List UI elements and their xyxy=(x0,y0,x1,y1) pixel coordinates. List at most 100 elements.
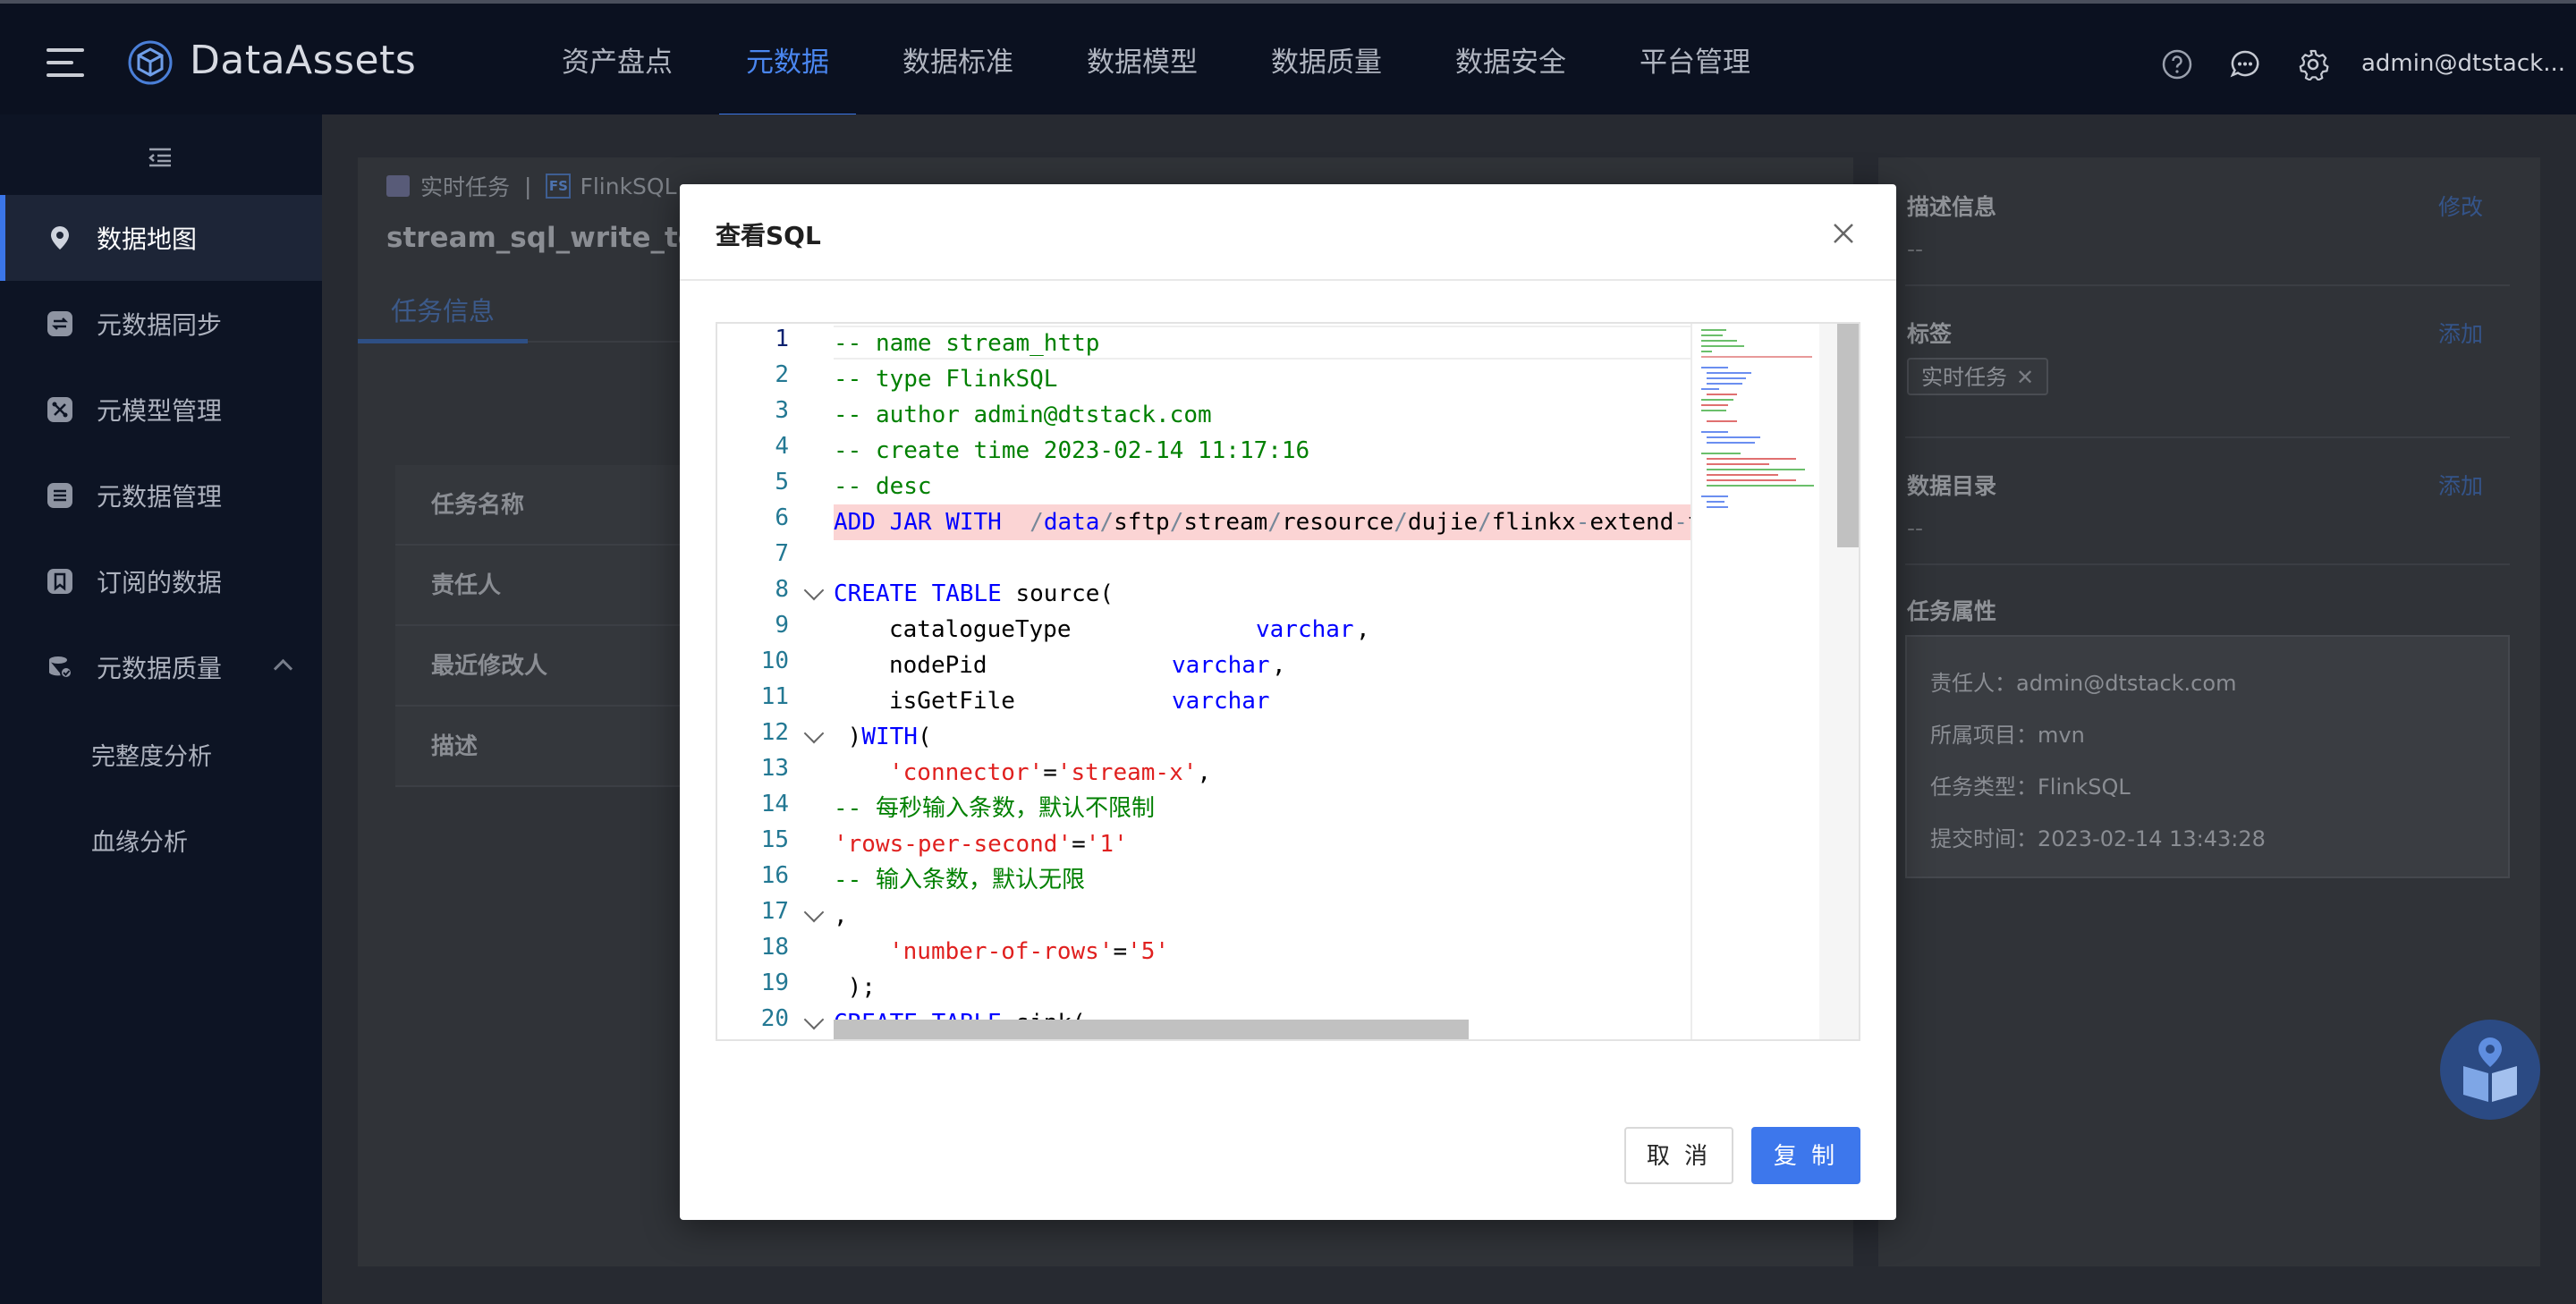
code-punct: , xyxy=(1272,652,1286,679)
code-line: -- name stream_http xyxy=(834,330,1100,357)
view-sql-modal: 查看SQL 1 2 3 4 5 6 7 8 9 10 11 12 13 14 1… xyxy=(680,184,1896,1220)
catalog-value: -- xyxy=(1907,515,1924,541)
sidebar-item-subscribed-data[interactable]: 订阅的数据 xyxy=(0,538,322,624)
flinksql-icon: FS xyxy=(546,174,572,199)
bookmark-icon xyxy=(47,568,73,595)
fold-chevron-icon[interactable] xyxy=(803,902,825,923)
attr-submit-time: 提交时间：2023-02-14 13:43:28 xyxy=(1930,826,2266,851)
fold-chevron-icon[interactable] xyxy=(803,723,825,744)
horizontal-scrollbar[interactable] xyxy=(834,1020,1469,1039)
code-line: -- desc xyxy=(834,473,932,500)
code-content[interactable]: -- name stream_http -- type FlinkSQL -- … xyxy=(834,324,1690,1039)
edit-description-link[interactable]: 修改 xyxy=(2438,190,2483,222)
description-value: -- xyxy=(1907,236,1924,262)
line-number: 18 xyxy=(760,934,789,961)
line-number: 8 xyxy=(775,576,789,603)
model-icon xyxy=(47,396,73,423)
sidebar: 数据地图 元数据同步 元模型管理 元数据管理 订阅的数据 元数据质量 完整度分析… xyxy=(0,114,322,1304)
hamburger-menu-icon[interactable] xyxy=(47,48,84,77)
nav-item-data-model[interactable]: 数据模型 xyxy=(1060,4,1224,118)
tags-heading: 标签 xyxy=(1907,321,1953,347)
database-icon xyxy=(47,482,73,509)
close-icon[interactable] xyxy=(1832,222,1855,245)
sidebar-item-data-map[interactable]: 数据地图 xyxy=(0,195,322,281)
modal-header: 查看SQL xyxy=(680,184,1896,281)
line-number: 1 xyxy=(775,326,789,352)
code-line: ADD JAR WITH /data/sftp/stream/resource/… xyxy=(834,509,1690,536)
copy-button[interactable]: 复 制 xyxy=(1751,1127,1860,1184)
breadcrumb-item[interactable]: FlinkSQL xyxy=(580,174,676,199)
code-minimap[interactable] xyxy=(1690,324,1819,1039)
add-catalog-link[interactable]: 添加 xyxy=(2438,469,2483,501)
code-line: -- create time 2023-02-14 11:17:16 xyxy=(834,437,1310,464)
sync-icon xyxy=(47,310,73,337)
code-line: 'connector'='stream-x', xyxy=(889,759,1212,786)
nav-item-data-security[interactable]: 数据安全 xyxy=(1428,4,1593,118)
code-punct: , xyxy=(1356,616,1370,643)
fold-chevron-icon[interactable] xyxy=(803,1009,825,1030)
nav-item-data-quality[interactable]: 数据质量 xyxy=(1244,4,1409,118)
quality-icon xyxy=(47,654,73,681)
code-type: varchar xyxy=(1172,688,1270,715)
code-line: nodePid xyxy=(889,652,987,679)
sidebar-item-label: 元数据质量 xyxy=(97,654,223,683)
tag-chip: 实时任务 ✕ xyxy=(1907,358,2049,395)
main-nav: 资产盘点 元数据 数据标准 数据模型 数据质量 数据安全 平台管理 xyxy=(535,4,1797,118)
code-line: -- author admin@dtstack.com xyxy=(834,402,1212,428)
line-number: 2 xyxy=(775,361,789,388)
data-assets-logo-icon xyxy=(128,40,173,85)
sidebar-item-metadata-quality[interactable]: 元数据质量 xyxy=(0,624,322,710)
nav-item-metadata[interactable]: 元数据 xyxy=(719,4,856,118)
add-tag-link[interactable]: 添加 xyxy=(2438,317,2483,349)
nav-item-asset-inventory[interactable]: 资产盘点 xyxy=(535,4,699,118)
sidebar-subitem-lineage-analysis[interactable]: 血缘分析 xyxy=(91,823,188,858)
code-line: ); xyxy=(834,974,876,1001)
attr-owner: 责任人：admin@dtstack.com xyxy=(1930,671,2237,696)
breadcrumb-item[interactable]: 实时任务 xyxy=(420,170,510,202)
settings-gear-icon[interactable] xyxy=(2297,48,2329,80)
fold-chevron-icon[interactable] xyxy=(803,580,825,601)
map-guide-icon xyxy=(2463,1037,2517,1102)
code-line: -- type FlinkSQL xyxy=(834,366,1058,393)
sidebar-item-metadata-sync[interactable]: 元数据同步 xyxy=(0,281,322,367)
nav-item-data-standard[interactable]: 数据标准 xyxy=(876,4,1040,118)
brand-name[interactable]: DataAssets xyxy=(190,38,416,83)
breadcrumb: 实时任务 | FS FlinkSQL xyxy=(386,170,677,202)
close-icon[interactable]: ✕ xyxy=(2016,365,2034,390)
page-title: stream_sql_write_ten xyxy=(386,222,716,254)
message-icon[interactable] xyxy=(2229,48,2261,80)
code-line: -- 每秒输入条数，默认不限制 xyxy=(834,795,1155,822)
line-number: 4 xyxy=(775,433,789,460)
help-icon[interactable] xyxy=(2161,48,2193,80)
line-number: 9 xyxy=(775,612,789,639)
line-number: 12 xyxy=(760,719,789,746)
cancel-button[interactable]: 取 消 xyxy=(1624,1127,1733,1184)
sidebar-subitem-completeness-analysis[interactable]: 完整度分析 xyxy=(91,737,212,772)
sidebar-item-label: 元模型管理 xyxy=(97,396,223,426)
realtime-task-icon xyxy=(386,175,410,197)
line-number: 16 xyxy=(760,862,789,889)
chevron-up-icon[interactable] xyxy=(273,658,293,679)
tab-task-info[interactable]: 任务信息 xyxy=(358,288,528,343)
sql-code-editor[interactable]: 1 2 3 4 5 6 7 8 9 10 11 12 13 14 15 16 1… xyxy=(716,322,1860,1041)
attr-task-type: 任务类型：FlinkSQL xyxy=(1930,775,2131,800)
line-number: 11 xyxy=(760,683,789,710)
nav-item-platform-admin[interactable]: 平台管理 xyxy=(1613,4,1777,118)
sidebar-item-meta-model[interactable]: 元模型管理 xyxy=(0,367,322,453)
floating-guide-button[interactable] xyxy=(2440,1020,2540,1120)
sidebar-item-metadata-management[interactable]: 元数据管理 xyxy=(0,453,322,538)
line-number: 13 xyxy=(760,755,789,782)
line-number: 20 xyxy=(760,1005,789,1032)
user-account[interactable]: admin@dtstack... xyxy=(2361,50,2565,77)
code-type: varchar xyxy=(1172,652,1270,679)
sidebar-item-label: 元数据同步 xyxy=(97,310,223,340)
code-line: catalogueType xyxy=(889,616,1072,643)
task-attributes-heading: 任务属性 xyxy=(1907,598,1997,624)
line-number: 7 xyxy=(775,540,789,567)
modal-title: 查看SQL xyxy=(716,221,821,250)
line-number: 15 xyxy=(760,826,789,853)
vertical-scrollbar-thumb[interactable] xyxy=(1837,324,1859,547)
code-line: -- 输入条数，默认无限 xyxy=(834,867,1085,893)
code-type: varchar xyxy=(1256,616,1354,643)
collapse-sidebar-icon[interactable] xyxy=(147,147,174,168)
